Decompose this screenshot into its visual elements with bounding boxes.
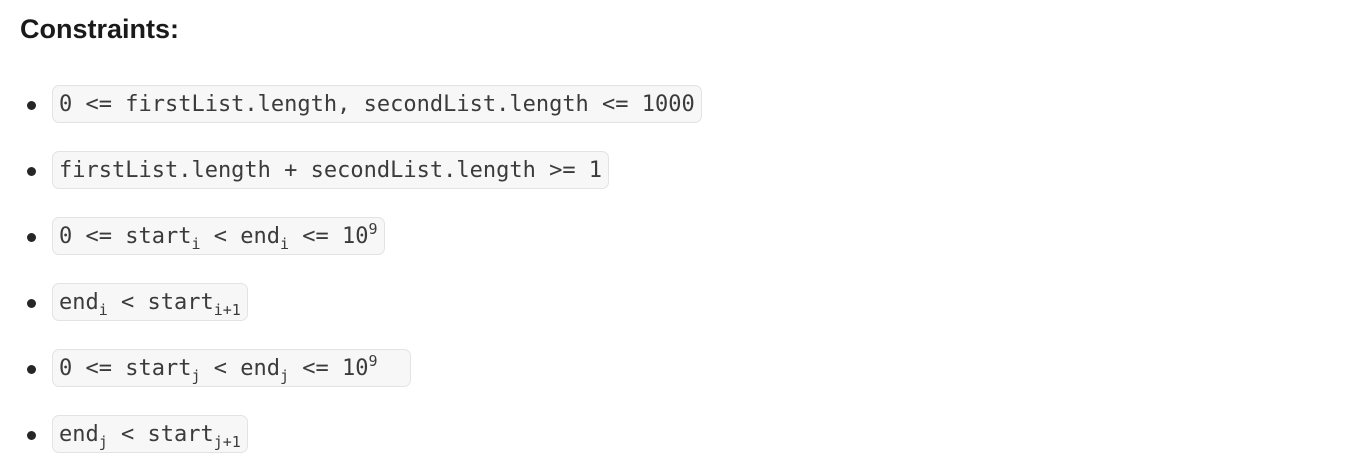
subscript: i	[279, 235, 289, 253]
subscript: i+1	[213, 301, 241, 319]
constraint-text: firstList.length + secondList.length >= …	[59, 158, 603, 183]
subscript: j+1	[213, 433, 241, 451]
constraint-code: 0 <= startj < endj <= 109	[52, 349, 412, 387]
superscript: 9	[368, 352, 378, 370]
constraint-text: < end	[200, 356, 280, 381]
constraint-text: <= 10	[289, 356, 369, 381]
bullet-icon	[27, 299, 36, 308]
constraint-text: end	[59, 290, 99, 315]
bullet-icon	[27, 365, 36, 374]
bullet-icon	[27, 167, 36, 176]
subscript: j	[98, 433, 108, 451]
subscript: j	[279, 367, 289, 385]
bullet-icon	[27, 431, 36, 440]
constraint-code: endi < starti+1	[52, 283, 248, 321]
constraint-text: < start	[107, 422, 214, 447]
constraint-code: firstList.length + secondList.length >= …	[52, 151, 610, 189]
constraint-code: endj < startj+1	[52, 415, 248, 453]
subscript: j	[191, 367, 201, 385]
subscript: i	[191, 235, 201, 253]
constraint-text: < end	[200, 224, 280, 249]
constraint-text: 0 <= start	[59, 356, 192, 381]
constraints-heading: Constraints:	[20, 14, 180, 44]
bullet-icon	[27, 233, 36, 242]
constraint-code: 0 <= firstList.length, secondList.length…	[52, 85, 702, 123]
constraint-text: 0 <= firstList.length, secondList.length…	[59, 92, 695, 117]
constraint-code: 0 <= starti < endi <= 109	[52, 217, 385, 255]
constraint-text: <= 10	[289, 224, 369, 249]
subscript: i	[98, 301, 108, 319]
bullet-icon	[27, 101, 36, 110]
constraint-text: < start	[107, 290, 214, 315]
constraint-text: 0 <= start	[59, 224, 192, 249]
constraint-text: end	[59, 422, 99, 447]
superscript: 9	[368, 220, 378, 238]
